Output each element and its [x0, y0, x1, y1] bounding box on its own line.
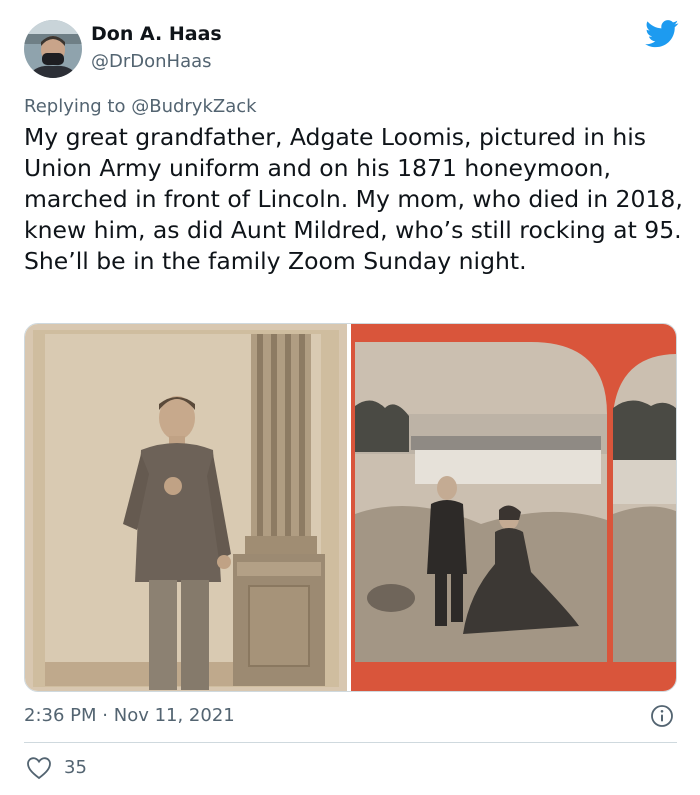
twitter-bird-icon[interactable] — [645, 20, 679, 48]
avatar[interactable] — [24, 20, 82, 78]
tweet-card: Don A. Haas @DrDonHaas Replying to @Budr… — [0, 0, 700, 795]
author-handle[interactable]: @DrDonHaas — [91, 51, 212, 72]
tweet-time[interactable]: 2:36 PM — [24, 705, 97, 726]
meta-separator: · — [102, 705, 108, 726]
like-count: 35 — [64, 757, 87, 778]
tweet-timestamp[interactable]: 2:36 PM · Nov 11, 2021 — [24, 705, 235, 726]
tweet-date[interactable]: Nov 11, 2021 — [114, 705, 235, 726]
media-grid — [24, 323, 677, 692]
info-icon[interactable] — [650, 704, 674, 728]
tweet-text: My great grandfather, Adgate Loomis, pic… — [24, 123, 683, 275]
divider — [24, 742, 677, 743]
photo-soldier-portrait[interactable] — [25, 324, 347, 691]
photo-honeymoon-stereoview[interactable] — [351, 324, 676, 691]
replying-to-line: Replying to @BudrykZack — [24, 96, 257, 117]
author-name[interactable]: Don A. Haas — [91, 23, 222, 45]
reply-mention-link[interactable]: @BudrykZack — [131, 96, 256, 117]
heart-icon[interactable] — [26, 756, 52, 780]
replying-to-prefix: Replying to — [24, 96, 126, 117]
